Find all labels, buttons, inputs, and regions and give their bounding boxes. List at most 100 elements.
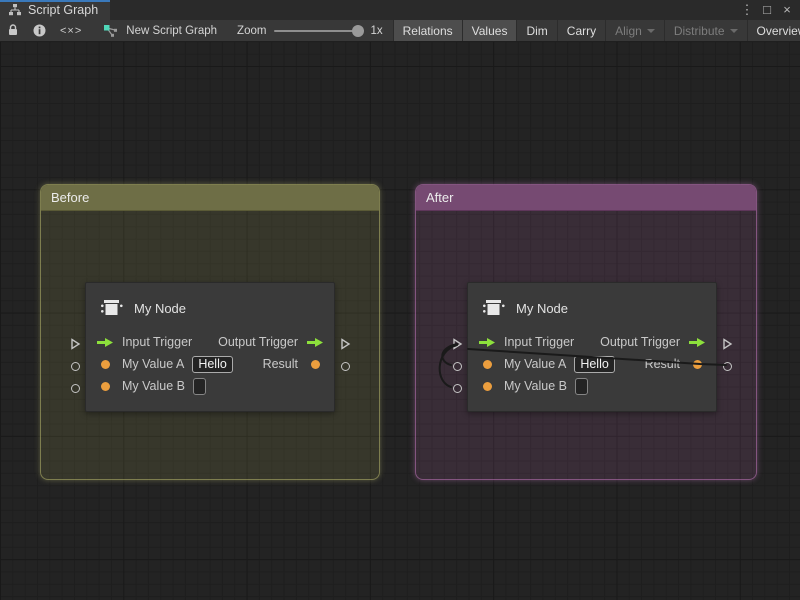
output-trigger-label: Output Trigger xyxy=(600,335,680,349)
external-value-b-port[interactable] xyxy=(450,381,464,395)
external-value-a-port[interactable] xyxy=(68,359,82,373)
trigger-arrow-icon xyxy=(306,337,324,348)
group-before-label: Before xyxy=(51,190,89,205)
tab-script-graph[interactable]: Script Graph xyxy=(0,0,110,20)
toolbar-toggle-group: Relations Values Dim Carry Align Distrib… xyxy=(393,20,800,41)
value-a-input[interactable]: Hello xyxy=(574,356,615,373)
trigger-port-outline-icon xyxy=(338,337,352,351)
value-port-dot-icon xyxy=(101,360,110,369)
chevron-down-icon xyxy=(647,29,655,33)
inspect-button[interactable] xyxy=(26,20,53,41)
group-after-header[interactable]: After xyxy=(416,185,756,211)
value-port-dot-icon xyxy=(693,360,702,369)
result-port[interactable] xyxy=(306,360,324,369)
active-tab-indicator xyxy=(0,0,110,2)
lock-button[interactable] xyxy=(0,20,26,41)
node-ports: Input Trigger Output Trigger My Value A … xyxy=(86,329,334,397)
trigger-port-outline-icon xyxy=(450,337,464,351)
values-toggle[interactable]: Values xyxy=(462,20,517,41)
output-trigger-port[interactable] xyxy=(688,337,706,348)
graph-name: New Script Graph xyxy=(126,25,217,37)
trigger-arrow-icon xyxy=(688,337,706,348)
align-dropdown[interactable]: Align xyxy=(605,20,664,41)
value-a-port[interactable] xyxy=(478,360,496,369)
node-header[interactable]: My Node xyxy=(468,283,716,329)
group-after-label: After xyxy=(426,190,453,205)
close-button[interactable]: × xyxy=(780,1,794,19)
value-port-dot-icon xyxy=(483,360,492,369)
node-my-node-before[interactable]: My Node Input Trigger Output Trigger xyxy=(85,282,335,412)
value-port-outline-icon xyxy=(723,362,732,371)
value-a-label: My Value A xyxy=(504,357,566,371)
script-graph-asset-icon xyxy=(103,24,119,38)
value-port-outline-icon xyxy=(71,384,80,393)
relations-toggle[interactable]: Relations xyxy=(393,20,462,41)
carry-toggle[interactable]: Carry xyxy=(557,20,605,41)
external-result-port[interactable] xyxy=(338,359,352,373)
distribute-dropdown[interactable]: Distribute xyxy=(664,20,747,41)
group-before-header[interactable]: Before xyxy=(41,185,379,211)
external-value-a-port[interactable] xyxy=(450,359,464,373)
value-port-dot-icon xyxy=(311,360,320,369)
overview-button[interactable]: Overview xyxy=(747,20,800,41)
trigger-arrow-icon xyxy=(96,337,114,348)
output-trigger-port[interactable] xyxy=(306,337,324,348)
value-b-label: My Value B xyxy=(122,379,185,393)
external-output-trigger-port[interactable] xyxy=(720,337,734,351)
node-title: My Node xyxy=(134,301,186,316)
dim-toggle[interactable]: Dim xyxy=(516,20,556,41)
graph-breadcrumb[interactable]: New Script Graph xyxy=(89,20,227,41)
external-result-port[interactable] xyxy=(720,359,734,373)
trigger-port-outline-icon xyxy=(720,337,734,351)
graph-hierarchy-icon xyxy=(8,3,22,17)
port-row-value-b: My Value B xyxy=(478,375,706,397)
zoom-value: 1x xyxy=(370,25,382,37)
unit-node-icon xyxy=(100,296,124,320)
external-input-trigger-port[interactable] xyxy=(450,337,464,351)
result-label: Result xyxy=(263,357,298,371)
input-trigger-port[interactable] xyxy=(478,337,496,348)
external-input-trigger-port[interactable] xyxy=(68,337,82,351)
input-trigger-label: Input Trigger xyxy=(504,335,574,349)
value-b-input[interactable] xyxy=(575,378,588,395)
script-graph-window: Script Graph ⋮ □ × <×> xyxy=(0,0,800,600)
value-a-input[interactable]: Hello xyxy=(192,356,233,373)
input-trigger-port[interactable] xyxy=(96,337,114,348)
value-a-port[interactable] xyxy=(96,360,114,369)
tab-title: Script Graph xyxy=(28,3,98,17)
chevron-down-icon xyxy=(730,29,738,33)
graph-canvas[interactable]: Before After xyxy=(0,42,800,600)
port-row-triggers: Input Trigger Output Trigger xyxy=(478,331,706,353)
trigger-arrow-icon xyxy=(478,337,496,348)
window-menu-button[interactable]: ⋮ xyxy=(740,1,754,19)
result-label: Result xyxy=(645,357,680,371)
graph-toolbar: <×> New Script Graph Zoom 1x Relations V… xyxy=(0,20,800,42)
input-trigger-label: Input Trigger xyxy=(122,335,192,349)
node-header[interactable]: My Node xyxy=(86,283,334,329)
value-port-dot-icon xyxy=(101,382,110,391)
maximize-button[interactable]: □ xyxy=(760,1,774,19)
value-b-label: My Value B xyxy=(504,379,567,393)
value-port-dot-icon xyxy=(483,382,492,391)
value-b-input[interactable] xyxy=(193,378,206,395)
value-port-outline-icon xyxy=(453,384,462,393)
port-row-value-a: My Value A Hello Result xyxy=(96,353,324,375)
result-port[interactable] xyxy=(688,360,706,369)
value-b-port[interactable] xyxy=(478,382,496,391)
value-a-label: My Value A xyxy=(122,357,184,371)
info-icon xyxy=(33,24,46,37)
port-row-value-b: My Value B xyxy=(96,375,324,397)
external-output-trigger-port[interactable] xyxy=(338,337,352,351)
external-value-b-port[interactable] xyxy=(68,381,82,395)
value-port-outline-icon xyxy=(341,362,350,371)
zoom-label: Zoom xyxy=(237,25,266,37)
value-port-outline-icon xyxy=(453,362,462,371)
zoom-slider[interactable] xyxy=(274,30,362,32)
value-b-port[interactable] xyxy=(96,382,114,391)
node-my-node-after[interactable]: My Node Input Trigger Output Trigger xyxy=(467,282,717,412)
zoom-slider-handle[interactable] xyxy=(352,25,364,37)
code-view-toggle[interactable]: <×> xyxy=(53,20,89,41)
unit-node-icon xyxy=(482,296,506,320)
value-port-outline-icon xyxy=(71,362,80,371)
port-row-value-a: My Value A Hello Result xyxy=(478,353,706,375)
